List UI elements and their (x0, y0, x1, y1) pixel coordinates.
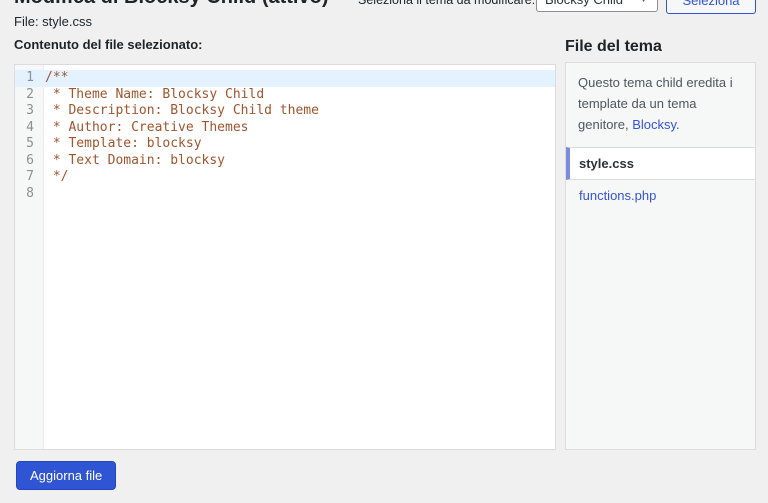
editor-line[interactable]: 2 * Theme Name: Blocksy Child (15, 87, 555, 104)
line-number: 3 (26, 103, 34, 118)
editor-line[interactable]: 3 * Description: Blocksy Child theme (15, 103, 555, 120)
theme-files-heading: File del tema (565, 38, 662, 55)
theme-selector-label: Seleziona il tema da modificare: (358, 0, 536, 7)
code-text: * Template: blocksy (45, 136, 202, 151)
code-editor[interactable]: 1/** 2 * Theme Name: Blocksy Child 3 * Des… (14, 64, 556, 450)
editor-rows: 1/** 2 * Theme Name: Blocksy Child 3 * Des… (15, 65, 555, 202)
code-text: * Author: Creative Themes (45, 119, 249, 135)
chevron-down-icon: ▼ (638, 0, 649, 5)
theme-file-item[interactable]: functions.php (566, 180, 755, 211)
theme-file-list: style.css functions.php (566, 147, 755, 211)
line-number: 8 (26, 185, 34, 201)
code-text: /** (45, 70, 69, 85)
editor-line[interactable]: 7 */ (15, 169, 555, 186)
code-text: */ (45, 169, 69, 184)
line-number: 6 (26, 152, 34, 168)
code-text: * Theme Name: Blocksy Child (45, 86, 265, 102)
editor-line[interactable]: 4 * Author: Creative Themes (15, 120, 555, 137)
editor-line[interactable]: 8 (15, 186, 555, 203)
theme-select-value: Blocksy Child (545, 0, 623, 7)
line-number: 2 (26, 86, 34, 102)
line-number: 1 (26, 70, 34, 85)
line-number: 7 (26, 169, 34, 184)
update-file-button[interactable]: Aggiorna file (16, 461, 117, 490)
theme-select-dropdown[interactable]: Blocksy Child ▼ (536, 0, 658, 12)
code-text: * Text Domain: blocksy (45, 152, 226, 168)
page-title: Modifica di Blocksy Child (attivo) (14, 0, 328, 9)
code-text: * Description: Blocksy Child theme (45, 103, 319, 118)
parent-theme-link[interactable]: Blocksy (632, 117, 676, 132)
line-number: 4 (26, 119, 34, 135)
theme-file-item[interactable]: style.css (566, 147, 755, 181)
editor-line[interactable]: 1 /** (15, 70, 555, 87)
editor-line[interactable]: 5 * Template: blocksy (15, 136, 555, 153)
theme-files-panel: Questo tema child eredita i template da … (565, 62, 756, 450)
current-file-label: File: style.css (14, 14, 93, 29)
file-content-label: Contenuto del file selezionato: (14, 37, 203, 52)
description-period: . (676, 116, 680, 132)
editor-line[interactable]: 6 * Text Domain: blocksy (15, 153, 555, 170)
line-number: 5 (26, 136, 34, 151)
child-theme-description: Questo tema child eredita i template da … (566, 63, 755, 147)
select-theme-button[interactable]: Seleziona (666, 0, 756, 14)
